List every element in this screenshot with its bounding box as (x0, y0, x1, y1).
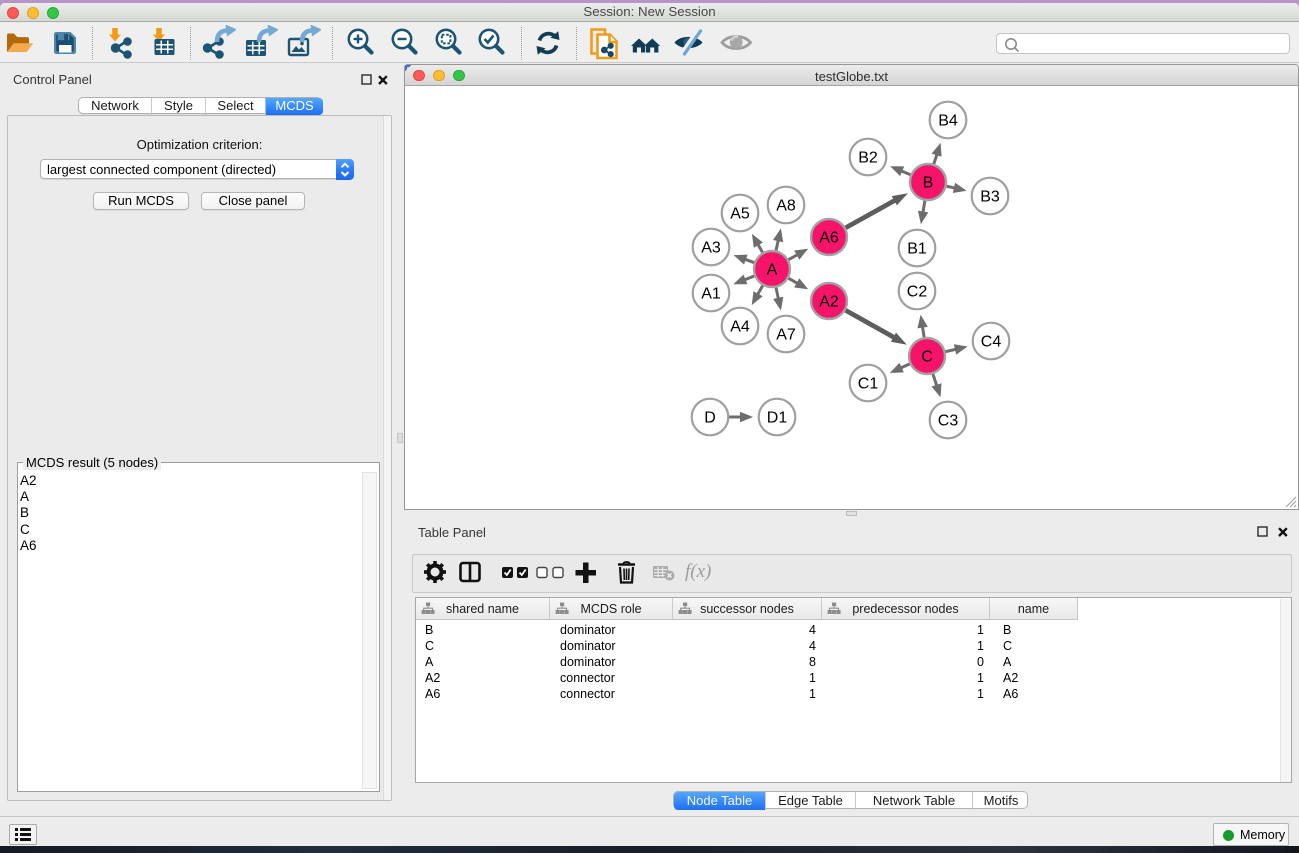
svg-text:A3: A3 (701, 240, 721, 257)
svg-text:A2: A2 (819, 294, 839, 311)
svg-text:C: C (921, 349, 933, 366)
svg-text:C1: C1 (858, 376, 879, 393)
svg-text:A8: A8 (776, 198, 796, 215)
svg-text:A4: A4 (730, 319, 750, 336)
svg-text:C4: C4 (981, 334, 1002, 351)
svg-text:A5: A5 (730, 206, 750, 223)
svg-text:C2: C2 (907, 284, 928, 301)
svg-text:A: A (767, 262, 778, 279)
svg-text:B: B (923, 175, 934, 192)
svg-text:D1: D1 (767, 410, 788, 427)
svg-text:A1: A1 (701, 286, 721, 303)
svg-text:A6: A6 (819, 230, 839, 247)
svg-text:C3: C3 (938, 413, 959, 430)
svg-text:B2: B2 (858, 150, 878, 167)
svg-text:B4: B4 (938, 113, 958, 130)
svg-text:D: D (704, 410, 716, 427)
svg-text:B3: B3 (980, 189, 1000, 206)
svg-text:A7: A7 (776, 327, 796, 344)
svg-text:B1: B1 (907, 241, 927, 258)
